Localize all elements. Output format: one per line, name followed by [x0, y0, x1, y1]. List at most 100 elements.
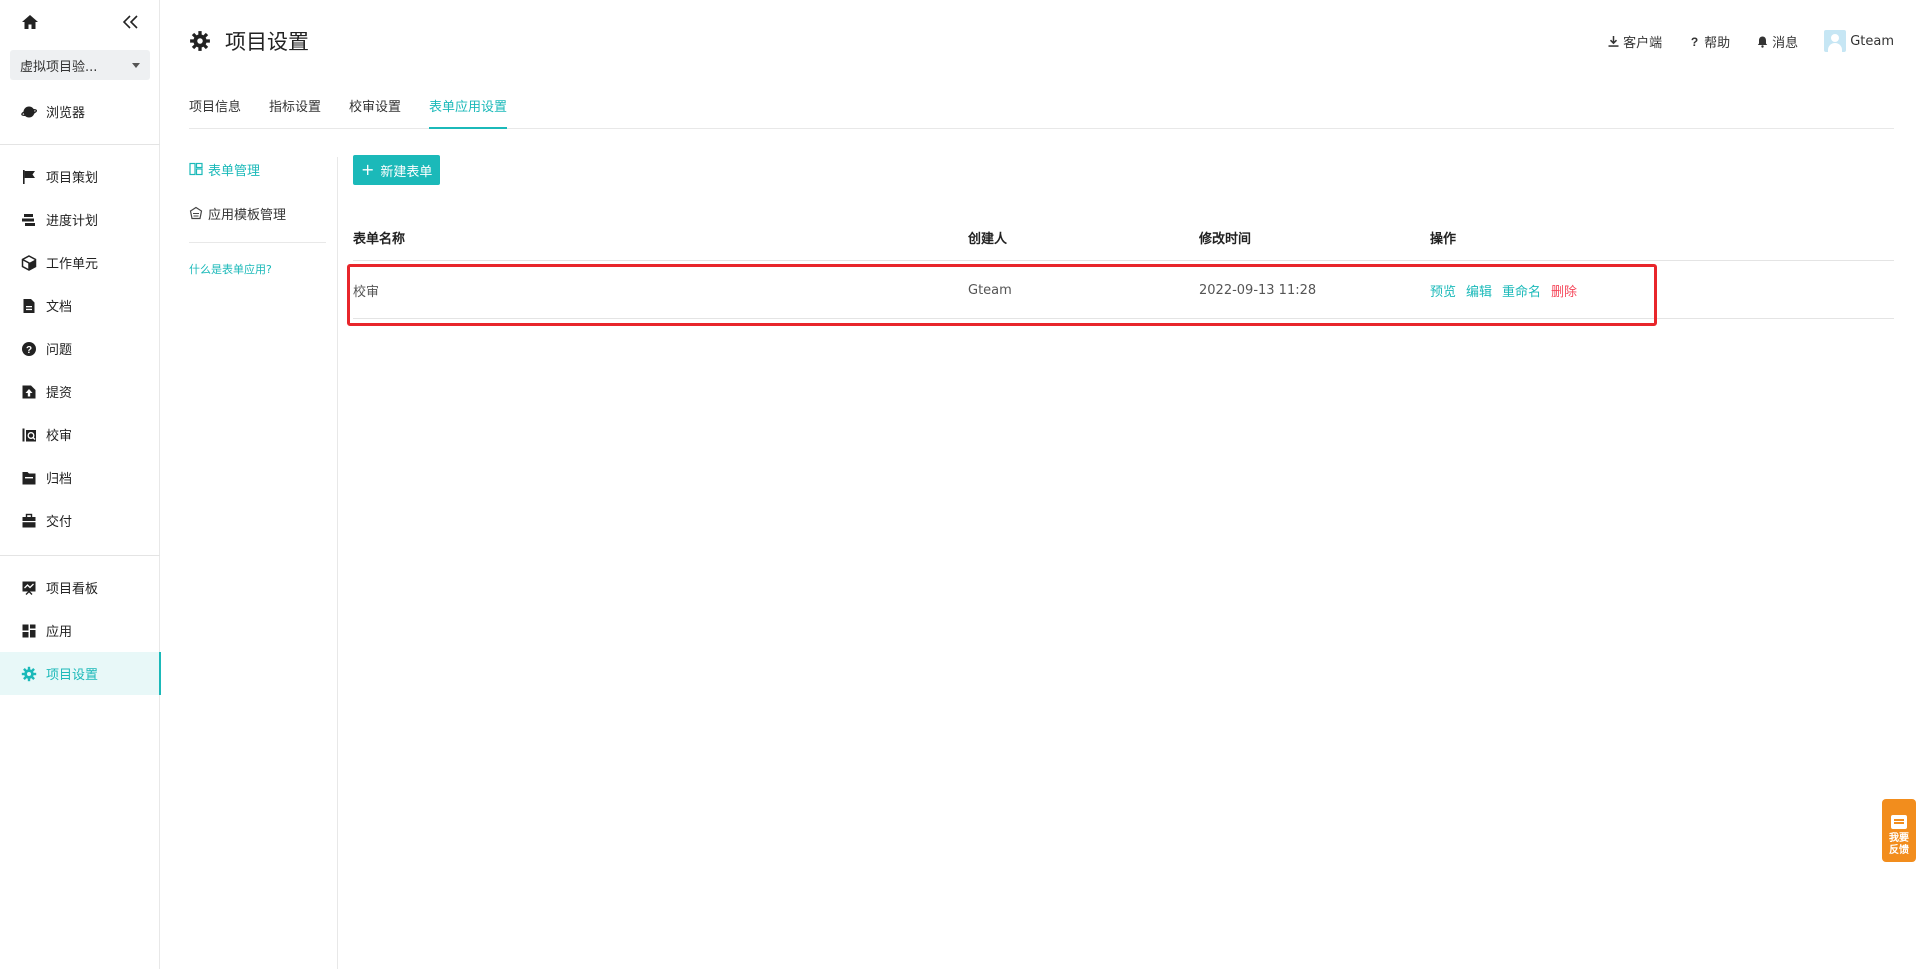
sidebar-item-label: 提资	[46, 386, 73, 401]
cube-icon	[20, 254, 38, 272]
bell-icon	[1757, 36, 1768, 48]
new-form-button[interactable]: + 新建表单	[353, 155, 441, 185]
review-icon	[20, 426, 38, 444]
column-header-modified: 修改时间	[1199, 232, 1252, 247]
sidebar-item-submit[interactable]: 提资	[0, 370, 160, 413]
feedback-label-line1: 我要	[1889, 833, 1909, 844]
home-icon[interactable]	[20, 12, 40, 32]
tab-project-info[interactable]: 项目信息	[189, 96, 241, 129]
subnav-divider	[189, 242, 326, 243]
gantt-icon	[20, 211, 38, 229]
briefcase-icon	[20, 512, 38, 530]
help-button[interactable]: ? 帮助	[1688, 32, 1730, 51]
sidebar-item-label: 工作单元	[46, 257, 99, 272]
subnav-label: 表单管理	[208, 163, 261, 179]
project-select[interactable]: 虚拟项目验...	[10, 50, 150, 80]
subnav-separator	[337, 157, 338, 969]
tab-review-settings[interactable]: 校审设置	[349, 96, 401, 129]
planet-icon	[20, 103, 38, 121]
sidebar-item-label: 项目设置	[46, 668, 99, 683]
header-actions: 客户端 ? 帮助 消息 Gteam	[1581, 30, 1894, 52]
column-header-actions: 操作	[1430, 232, 1457, 247]
help-label: 帮助	[1704, 35, 1731, 51]
modified-cell: 2022-09-13 11:28	[1199, 282, 1317, 298]
form-name-cell: 校审	[353, 284, 380, 300]
sidebar-item-label: 浏览器	[46, 106, 86, 121]
subnav-template-manage[interactable]: 应用模板管理	[189, 201, 326, 225]
tab-metrics[interactable]: 指标设置	[269, 96, 321, 129]
sidebar-item-issues[interactable]: ? 问题	[0, 327, 160, 370]
main-content: 项目设置 客户端 ? 帮助 消息 Gteam 项目信息 指标设置 校审设置 表单…	[161, 0, 1920, 969]
sidebar-item-label: 文档	[46, 300, 73, 315]
page-title: 项目设置	[189, 26, 309, 56]
sidebar-browser-group: 浏览器	[0, 90, 160, 133]
template-icon	[189, 206, 203, 220]
sidebar-item-label: 应用	[46, 625, 73, 640]
new-form-label: 新建表单	[380, 164, 433, 180]
sub-navigation: 表单管理 应用模板管理 什么是表单应用?	[189, 157, 326, 277]
subnav-form-manage[interactable]: 表单管理	[189, 157, 326, 181]
sidebar-item-planning[interactable]: 项目策划	[0, 155, 160, 198]
flag-icon	[20, 168, 38, 186]
sidebar-item-schedule[interactable]: 进度计划	[0, 198, 160, 241]
sidebar-item-apps[interactable]: 应用	[0, 609, 160, 652]
sidebar-item-dashboard[interactable]: 项目看板	[0, 566, 160, 609]
document-icon	[20, 297, 38, 315]
sidebar-item-label: 校审	[46, 429, 73, 444]
messages-button[interactable]: 消息	[1756, 32, 1798, 51]
column-header-name: 表单名称	[353, 232, 406, 247]
svg-text:?: ?	[1691, 35, 1698, 48]
table-row: 校审 Gteam 2022-09-13 11:28 预览 编辑 重命名 删除	[353, 262, 1894, 319]
preview-link[interactable]: 预览	[1430, 281, 1456, 300]
sidebar-divider	[0, 144, 160, 145]
sidebar-item-label: 进度计划	[46, 214, 99, 229]
sidebar-divider	[0, 555, 160, 556]
client-download-button[interactable]: 客户端	[1607, 32, 1662, 51]
sidebar-item-label: 项目策划	[46, 171, 99, 186]
sidebar-item-label: 问题	[46, 343, 73, 358]
what-is-form-app-link[interactable]: 什么是表单应用?	[189, 261, 326, 277]
sidebar-item-label: 项目看板	[46, 582, 99, 597]
sidebar-group-extra: 项目看板 应用 项目设置	[0, 566, 161, 695]
user-menu[interactable]: Gteam	[1824, 30, 1894, 52]
sidebar-item-project-settings[interactable]: 项目设置	[0, 652, 161, 695]
user-name: Gteam	[1850, 33, 1894, 49]
sidebar-item-work-unit[interactable]: 工作单元	[0, 241, 160, 284]
feedback-button[interactable]: 我要 反馈	[1882, 799, 1916, 862]
form-icon	[189, 162, 203, 176]
client-label: 客户端	[1623, 35, 1663, 51]
dashboard-icon	[20, 579, 38, 597]
settings-tabs: 项目信息 指标设置 校审设置 表单应用设置	[189, 96, 1894, 129]
feedback-label-line2: 反馈	[1889, 845, 1909, 856]
chevron-down-icon	[132, 62, 140, 68]
sidebar-item-documents[interactable]: 文档	[0, 284, 160, 327]
chat-icon	[1891, 815, 1907, 829]
archive-icon	[20, 469, 38, 487]
messages-label: 消息	[1772, 35, 1799, 51]
gear-icon	[20, 665, 38, 683]
delete-link[interactable]: 删除	[1551, 281, 1577, 300]
sidebar-group-main: 项目策划 进度计划 工作单元 文档 ? 问题 提资 校审 归档 交付	[0, 155, 160, 542]
upload-icon	[20, 383, 38, 401]
avatar	[1824, 30, 1847, 52]
gear-icon	[190, 31, 210, 51]
sidebar-item-review[interactable]: 校审	[0, 413, 160, 456]
sidebar-top	[0, 0, 159, 44]
column-header-creator: 创建人	[968, 232, 1008, 247]
rename-link[interactable]: 重命名	[1502, 281, 1541, 300]
sidebar-item-archive[interactable]: 归档	[0, 456, 160, 499]
creator-cell: Gteam	[968, 282, 1012, 298]
edit-link[interactable]: 编辑	[1466, 281, 1492, 300]
question-icon: ?	[20, 340, 38, 358]
sidebar: 虚拟项目验... 浏览器 项目策划 进度计划 工作单元 文档 ? 问题 提资 校…	[0, 0, 161, 969]
apps-icon	[20, 622, 38, 640]
svg-text:?: ?	[26, 345, 32, 356]
project-select-value: 虚拟项目验...	[20, 59, 98, 75]
collapse-icon[interactable]	[120, 12, 142, 32]
tab-form-app-settings[interactable]: 表单应用设置	[429, 96, 508, 129]
sidebar-item-browser[interactable]: 浏览器	[0, 90, 160, 133]
page-title-text: 项目设置	[225, 30, 309, 54]
sidebar-item-label: 交付	[46, 515, 73, 530]
plus-icon: +	[361, 160, 375, 179]
sidebar-item-delivery[interactable]: 交付	[0, 499, 160, 542]
